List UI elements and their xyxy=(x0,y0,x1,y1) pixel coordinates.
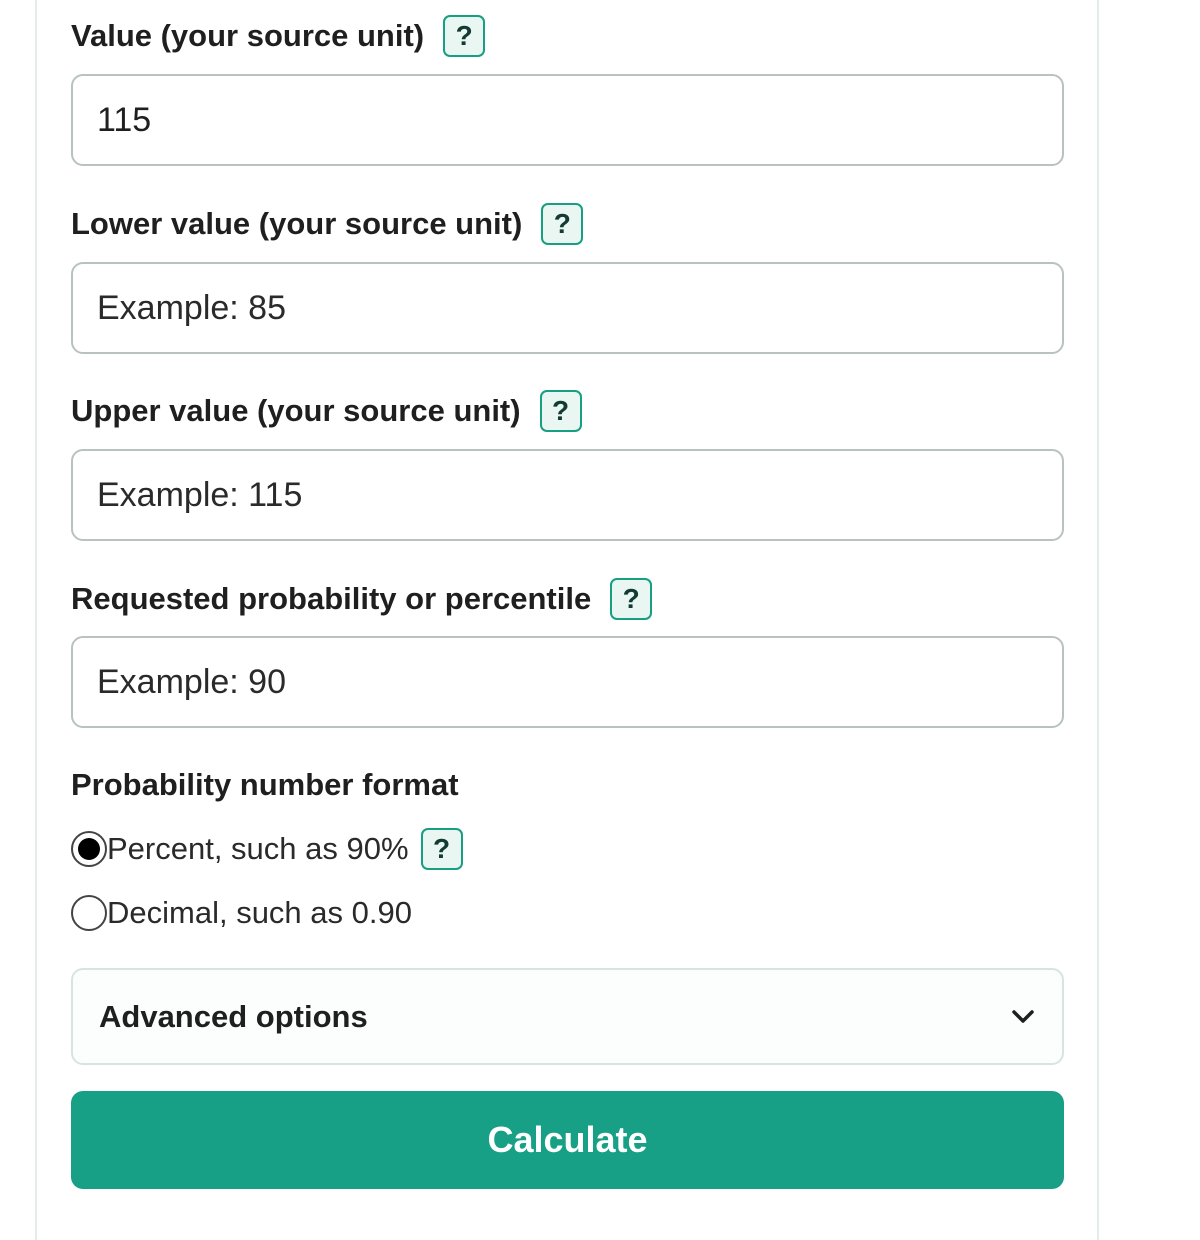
upper-value-label: Upper value (your source unit) ? xyxy=(71,389,582,433)
percent-help-button[interactable]: ? xyxy=(420,828,463,870)
format-label: Probability number format xyxy=(71,765,459,805)
percent-option[interactable]: Percent, such as 90% ? xyxy=(71,827,463,871)
percent-radio[interactable] xyxy=(71,831,107,867)
upper-value-input[interactable] xyxy=(71,449,1064,541)
percent-option-label[interactable]: Percent, such as 90% xyxy=(107,831,409,867)
decimal-radio[interactable] xyxy=(71,895,107,931)
upper-value-help-button[interactable]: ? xyxy=(539,390,582,432)
probability-label-text: Requested probability or percentile xyxy=(71,581,592,616)
calculate-button[interactable]: Calculate xyxy=(71,1091,1064,1189)
lower-value-label: Lower value (your source unit) ? xyxy=(71,202,584,246)
advanced-options-toggle[interactable]: Advanced options xyxy=(71,968,1064,1065)
upper-value-label-text: Upper value (your source unit) xyxy=(71,393,521,428)
value-label: Value (your source unit) ? xyxy=(71,14,486,58)
format-label-text: Probability number format xyxy=(71,767,459,802)
value-input[interactable] xyxy=(71,74,1064,166)
lower-value-help-button[interactable]: ? xyxy=(541,203,584,245)
decimal-option[interactable]: Decimal, such as 0.90 xyxy=(71,893,412,933)
probability-label: Requested probability or percentile ? xyxy=(71,577,653,621)
value-help-button[interactable]: ? xyxy=(443,15,486,57)
value-label-text: Value (your source unit) xyxy=(71,18,425,53)
lower-value-input[interactable] xyxy=(71,262,1064,354)
chevron-down-icon xyxy=(1010,1004,1036,1030)
lower-value-label-text: Lower value (your source unit) xyxy=(71,206,523,241)
decimal-option-label[interactable]: Decimal, such as 0.90 xyxy=(107,895,412,931)
probability-input[interactable] xyxy=(71,636,1064,728)
advanced-options-label: Advanced options xyxy=(99,998,368,1034)
probability-help-button[interactable]: ? xyxy=(610,578,653,620)
